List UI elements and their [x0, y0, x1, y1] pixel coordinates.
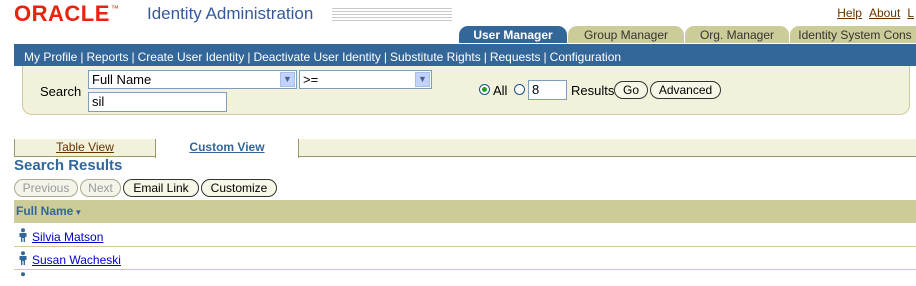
table-row — [14, 224, 916, 247]
search-query-input[interactable]: sil — [88, 92, 227, 112]
radio-all-label: All — [493, 83, 508, 98]
results-table-header — [14, 200, 916, 223]
app-title: Identity Administration — [147, 4, 314, 23]
nav-deactivate-user-identity[interactable]: Deactivate User Identity — [253, 50, 380, 64]
next-button[interactable]: Next — [80, 179, 121, 197]
table-row — [14, 247, 916, 270]
about-link[interactable]: About — [869, 6, 900, 20]
advanced-button[interactable]: Advanced — [650, 81, 721, 99]
radio-all[interactable] — [479, 84, 490, 95]
sort-desc-icon: ▼ — [74, 208, 83, 217]
search-attribute-value: Full Name — [92, 72, 152, 87]
search-attribute-select[interactable]: Full Name ▼ — [88, 70, 297, 89]
global-nav: My Profile | Reports | Create User Identity |… — [24, 50, 622, 64]
go-button[interactable]: Go — [614, 81, 648, 99]
person-icon — [19, 251, 27, 265]
user-link[interactable]: Silvia Matson — [32, 230, 103, 244]
nav-requests[interactable]: Requests — [490, 50, 541, 64]
search-operator-select[interactable]: >= ▼ — [299, 70, 432, 89]
person-icon — [19, 228, 27, 242]
tab-table-view[interactable]: Table View — [14, 139, 156, 157]
tab-user-manager[interactable]: User Manager — [459, 26, 567, 43]
results-count-input[interactable]: 8 — [528, 80, 567, 100]
email-link-button[interactable]: Email Link — [123, 179, 199, 197]
chevron-down-icon: ▼ — [280, 72, 295, 87]
radio-count[interactable] — [514, 84, 525, 95]
nav-create-user-identity[interactable]: Create User Identity — [138, 50, 245, 64]
nav-configuration[interactable]: Configuration — [550, 50, 621, 64]
search-operator-value: >= — [303, 72, 319, 87]
nav-substitute-rights[interactable]: Substitute Rights — [390, 50, 481, 64]
search-results-title: Search Results — [14, 157, 123, 174]
logo-text: ORACLE — [14, 1, 110, 26]
logout-link[interactable]: L — [907, 6, 914, 20]
search-label: Search — [40, 84, 82, 99]
tab-group-manager[interactable]: Group Manager — [568, 26, 684, 43]
person-icon — [21, 272, 25, 277]
nav-my-profile[interactable]: My Profile — [24, 50, 77, 64]
nav-reports[interactable]: Reports — [86, 50, 128, 64]
customize-button[interactable]: Customize — [201, 179, 277, 197]
help-link[interactable]: Help — [837, 6, 862, 20]
results-label: Results — [571, 83, 615, 98]
oracle-logo: ORACLE™ — [14, 1, 119, 26]
tab-identity-system-console[interactable]: Identity System Cons — [790, 26, 916, 43]
tab-custom-view[interactable]: Custom View — [155, 139, 299, 158]
chevron-down-icon: ▼ — [415, 72, 430, 87]
title-decoration — [332, 8, 452, 22]
previous-button[interactable]: Previous — [14, 179, 78, 197]
column-header-full-name[interactable]: Full Name▼ — [16, 204, 82, 218]
global-links: Help About L — [830, 6, 914, 20]
view-tabs-filler — [298, 139, 916, 157]
tab-org-manager[interactable]: Org. Manager — [685, 26, 789, 43]
user-link[interactable]: Susan Wacheski — [32, 253, 121, 267]
